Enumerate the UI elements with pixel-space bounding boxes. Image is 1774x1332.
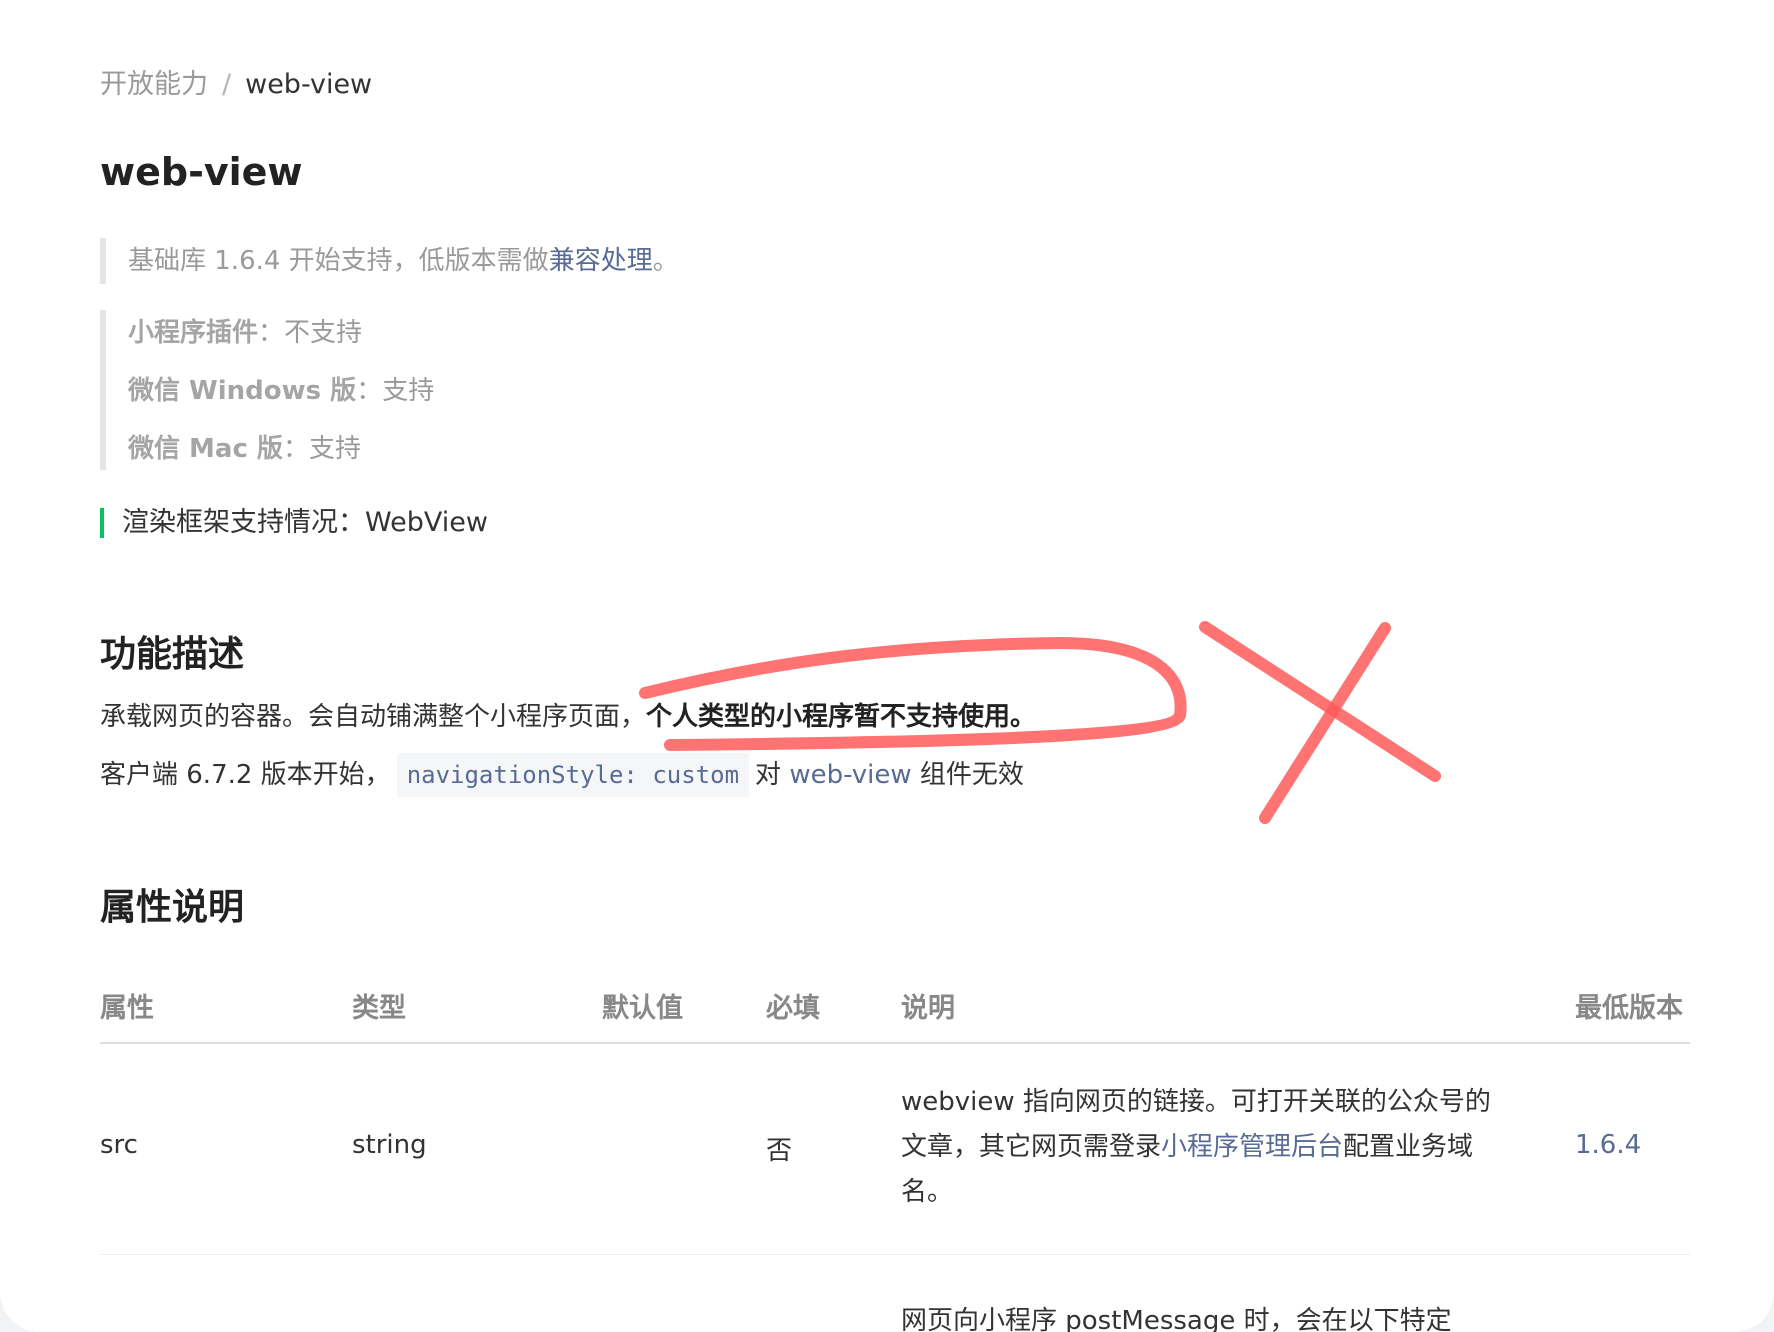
- support-label: 小程序插件: [128, 318, 259, 348]
- section-heading-attributes: 属性说明: [100, 887, 245, 928]
- breadcrumb-separator: /: [222, 69, 232, 100]
- function-desc-line2: 客户端 6.7.2 版本开始， navigationStyle: custom 对 …: [100, 752, 1024, 798]
- render-frame-note: 渲染框架支持情况：WebView: [100, 508, 488, 538]
- cell-desc: webview 指向网页的链接。可打开关联的公众号的文章，其它网页需登录小程序管…: [901, 1080, 1501, 1215]
- function-desc-mid: 对: [755, 760, 782, 790]
- table-header: 属性 类型 默认值 必填 说明 最低版本: [100, 978, 1690, 1044]
- cell-version[interactable]: 1.6.4: [1575, 1130, 1641, 1160]
- support-row-mac: 微信 Mac 版：支持: [128, 420, 434, 478]
- cell-attr: src: [100, 1130, 138, 1160]
- function-desc-line1: 承载网页的容器。会自动铺满整个小程序页面，个人类型的小程序暂不支持使用。: [100, 696, 1036, 733]
- support-colon: ：: [356, 376, 383, 406]
- web-view-link[interactable]: web-view: [789, 760, 911, 790]
- column-header-desc: 说明: [901, 993, 955, 1024]
- support-value: 支持: [308, 434, 361, 464]
- cell-type: string: [352, 1130, 427, 1160]
- annotation-cross-stroke-2: [1259, 622, 1391, 824]
- doc-page: 开放能力 / web-view web-view 基础库 1.6.4 开始支持，低版…: [0, 0, 1774, 1332]
- column-header-version: 最低版本: [1575, 993, 1683, 1024]
- cell-required: 否: [766, 1136, 793, 1166]
- annotation-cross-stroke-1: [1199, 621, 1441, 782]
- column-header-type: 类型: [352, 993, 406, 1024]
- page-title: web-view: [100, 150, 303, 194]
- function-desc-suffix: 组件无效: [919, 760, 1024, 790]
- support-value: 支持: [382, 376, 435, 406]
- section-heading-function: 功能描述: [100, 634, 245, 675]
- compat-link[interactable]: 兼容处理: [549, 246, 653, 276]
- column-header-required: 必填: [766, 993, 820, 1024]
- platform-support: 小程序插件：不支持 微信 Windows 版：支持 微信 Mac 版：支持: [100, 310, 434, 470]
- compat-note-text: 基础库 1.6.4 开始支持，低版本需做: [128, 246, 549, 276]
- inline-code: navigationStyle: custom: [396, 753, 750, 797]
- support-row-plugin: 小程序插件：不支持: [128, 304, 434, 362]
- next-row-desc: 网页向小程序 postMessage 时，会在以下特定: [901, 1306, 1452, 1332]
- function-desc-text: 承载网页的容器。会自动铺满整个小程序页面，: [100, 702, 647, 732]
- admin-console-link[interactable]: 小程序管理后台: [1161, 1132, 1343, 1162]
- breadcrumb-parent[interactable]: 开放能力: [100, 69, 208, 100]
- function-desc-prefix: 客户端 6.7.2 版本开始，: [100, 760, 391, 790]
- column-header-attr: 属性: [100, 993, 154, 1024]
- function-desc-bold: 个人类型的小程序暂不支持使用。: [646, 702, 1037, 732]
- compat-note-suffix: 。: [652, 246, 679, 276]
- compat-note: 基础库 1.6.4 开始支持，低版本需做兼容处理。: [100, 238, 679, 284]
- support-row-windows: 微信 Windows 版：支持: [128, 362, 434, 420]
- column-header-default: 默认值: [602, 993, 683, 1024]
- support-value: 不支持: [284, 318, 363, 348]
- support-label: 微信 Mac 版: [128, 434, 283, 464]
- support-colon: ：: [282, 434, 309, 464]
- support-label: 微信 Windows 版: [128, 376, 357, 406]
- breadcrumb: 开放能力 / web-view: [100, 62, 372, 101]
- table-row: src string 否 webview 指向网页的链接。可打开关联的公众号的文…: [100, 1044, 1690, 1255]
- support-colon: ：: [258, 318, 285, 348]
- breadcrumb-current: web-view: [245, 69, 373, 100]
